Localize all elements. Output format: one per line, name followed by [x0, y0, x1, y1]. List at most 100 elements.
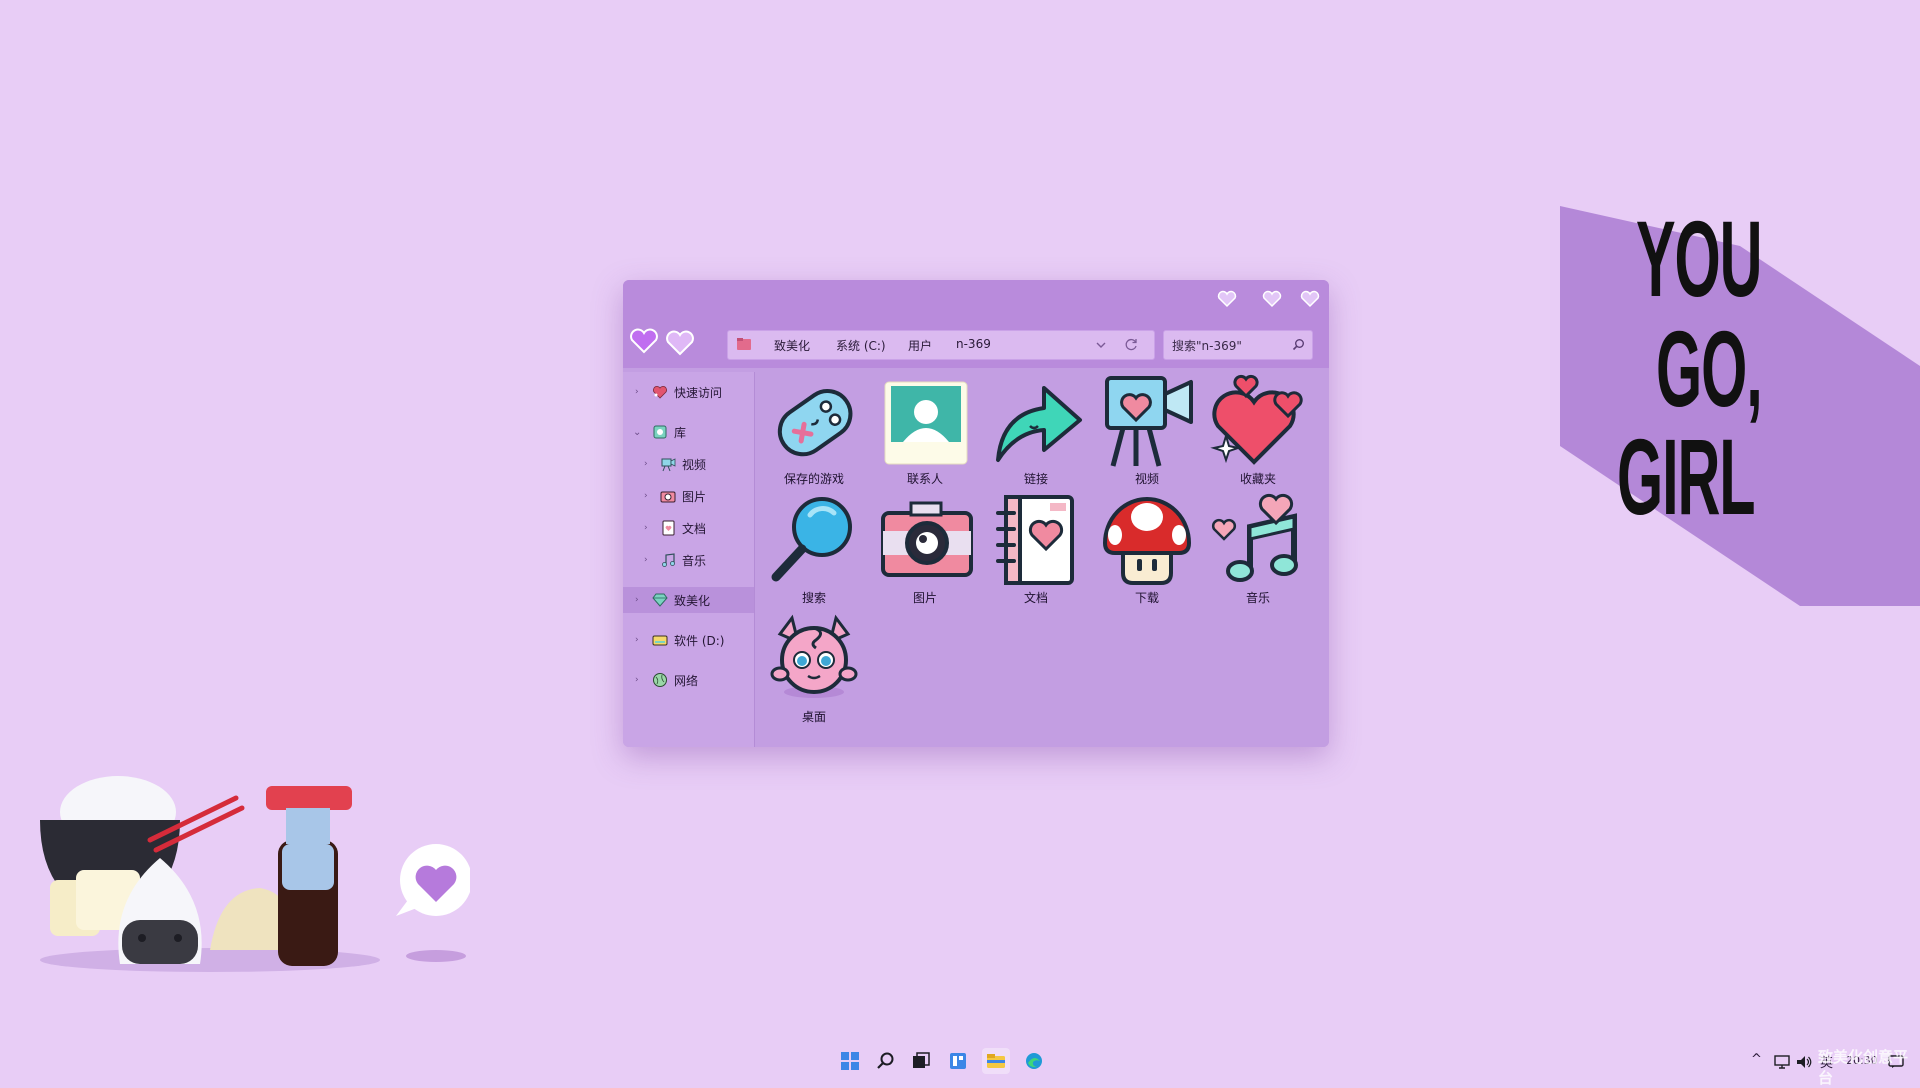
nav-item-label: 网络	[674, 673, 699, 688]
link-arrow-icon	[996, 386, 1082, 462]
back-button[interactable]	[627, 324, 661, 358]
nav-item-label: 图片	[682, 489, 707, 504]
contact-icon	[884, 381, 968, 465]
breadcrumb-item[interactable]: 致美化	[774, 337, 810, 354]
nav-item-network[interactable]: › 网络	[623, 667, 754, 693]
nav-item-label: 软件 (D:)	[674, 633, 725, 648]
network-icon	[653, 673, 667, 687]
nav-item-library[interactable]: ⌄ 库	[623, 419, 754, 445]
nav-item-label: 文档	[682, 521, 707, 536]
nav-item-drive-d[interactable]: › 软件 (D:)	[623, 627, 754, 653]
file-item-documents[interactable]: 文档	[984, 493, 1088, 605]
file-item-label: 文档	[1023, 591, 1048, 605]
nav-item-pictures[interactable]: › 图片	[623, 483, 754, 509]
chevron-right-icon[interactable]: ›	[644, 459, 648, 469]
magnifier-icon	[771, 497, 852, 582]
chevron-right-icon[interactable]: ›	[635, 387, 639, 397]
search-box[interactable]: 搜索"n-369"	[1163, 330, 1313, 360]
task-view-button[interactable]	[907, 1048, 935, 1074]
file-item-label: 搜索	[801, 591, 826, 605]
close-heart-icon	[1300, 290, 1320, 308]
diamond-icon	[652, 593, 668, 607]
close-button[interactable]	[1295, 286, 1325, 312]
chevron-down-icon[interactable]	[1096, 340, 1106, 350]
slogan-line: GO,	[1656, 308, 1763, 429]
chevron-right-icon[interactable]: ›	[635, 635, 639, 645]
nav-item-zhimeihua[interactable]: › 致美化	[623, 587, 754, 613]
breadcrumb-item[interactable]: 系统 (C:)	[836, 337, 886, 354]
task-view-icon	[913, 1052, 930, 1068]
file-item-label: 音乐	[1245, 591, 1270, 605]
search-icon[interactable]	[1292, 338, 1305, 351]
maximize-button[interactable]	[1257, 286, 1287, 312]
gamepad-icon	[777, 389, 853, 457]
file-item-label: 桌面	[801, 710, 826, 724]
folder-icon	[737, 338, 751, 350]
address-bar[interactable]: 致美化 系统 (C:) 用户 n-369	[727, 330, 1155, 360]
file-explorer-button[interactable]	[982, 1048, 1010, 1074]
food-decoration-image	[40, 776, 470, 972]
chevron-right-icon[interactable]: ›	[644, 523, 648, 533]
minimize-button[interactable]	[1212, 286, 1242, 312]
breadcrumb-item[interactable]: 用户	[908, 337, 932, 354]
search-input[interactable]: 搜索"n-369"	[1172, 337, 1242, 354]
minimize-heart-icon	[1217, 290, 1237, 308]
taskbar-search-button[interactable]	[872, 1048, 900, 1074]
start-icon	[841, 1052, 859, 1070]
widgets-button[interactable]	[944, 1048, 972, 1074]
slogan-line: YOU	[1636, 198, 1763, 319]
music-icon	[662, 553, 675, 567]
document-icon	[662, 520, 675, 536]
file-item-downloads[interactable]: 下载	[1095, 493, 1199, 605]
mushroom-icon	[1102, 497, 1192, 585]
file-item-links[interactable]: 链接	[984, 374, 1088, 486]
file-item-favorites[interactable]: 收藏夹	[1206, 374, 1310, 486]
watermark-text: 致美化创意平台	[1818, 1048, 1909, 1087]
chevron-right-icon[interactable]: ›	[635, 675, 639, 685]
chevron-right-icon[interactable]: ›	[635, 595, 639, 605]
camera-icon	[881, 501, 973, 577]
file-item-music[interactable]: 音乐	[1206, 493, 1310, 605]
tray-overflow-chevron[interactable]: ^	[1751, 1052, 1762, 1067]
nav-item-label: 视频	[682, 457, 707, 472]
title-bar	[623, 280, 1329, 320]
drive-icon	[652, 635, 668, 646]
forward-button[interactable]	[663, 326, 697, 360]
file-item-desktop[interactable]: 桌面	[762, 612, 866, 724]
file-item-label: 图片	[912, 591, 937, 605]
widgets-icon	[950, 1053, 966, 1069]
nav-item-label: 致美化	[674, 593, 711, 608]
nav-item-music[interactable]: › 音乐	[623, 547, 754, 573]
library-icon	[653, 425, 667, 439]
file-item-contacts[interactable]: 联系人	[873, 374, 977, 486]
maximize-heart-icon	[1262, 290, 1282, 308]
file-item-videos[interactable]: 视频	[1095, 374, 1199, 486]
file-item-pictures[interactable]: 图片	[873, 493, 977, 605]
file-item-label: 视频	[1134, 472, 1159, 486]
slogan-line: GIRL	[1617, 416, 1756, 537]
file-item-label: 联系人	[906, 472, 943, 486]
file-item-label: 下载	[1134, 591, 1159, 605]
chevron-down-icon[interactable]: ⌄	[633, 427, 641, 438]
nav-item-quick-access[interactable]: › 快速访问	[623, 379, 754, 405]
jigglypuff-icon	[770, 614, 858, 698]
refresh-icon[interactable]	[1125, 338, 1138, 351]
start-button[interactable]	[836, 1048, 864, 1074]
chevron-right-icon[interactable]: ›	[644, 555, 648, 565]
file-item-saved-games[interactable]: 保存的游戏	[762, 374, 866, 486]
network-monitor-icon[interactable]	[1774, 1055, 1790, 1069]
nav-item-label: 库	[674, 425, 687, 440]
nav-item-video[interactable]: › 视频	[623, 451, 754, 477]
breadcrumb-item[interactable]: n-369	[956, 337, 991, 351]
camera-icon	[660, 491, 676, 503]
file-view: 保存的游戏 联系人 链接 视频 收藏夹 搜索 图片 文档 下载 音乐 桌面	[755, 372, 1329, 747]
chevron-right-icon[interactable]: ›	[644, 491, 648, 501]
nav-item-label: 音乐	[682, 553, 707, 568]
music-note-icon	[1211, 493, 1298, 582]
file-explorer-icon	[987, 1054, 1005, 1068]
nav-item-label: 快速访问	[674, 385, 723, 400]
file-item-searches[interactable]: 搜索	[762, 493, 866, 605]
edge-button[interactable]	[1020, 1048, 1048, 1074]
volume-icon[interactable]	[1796, 1055, 1812, 1069]
nav-item-documents[interactable]: › 文档	[623, 515, 754, 541]
